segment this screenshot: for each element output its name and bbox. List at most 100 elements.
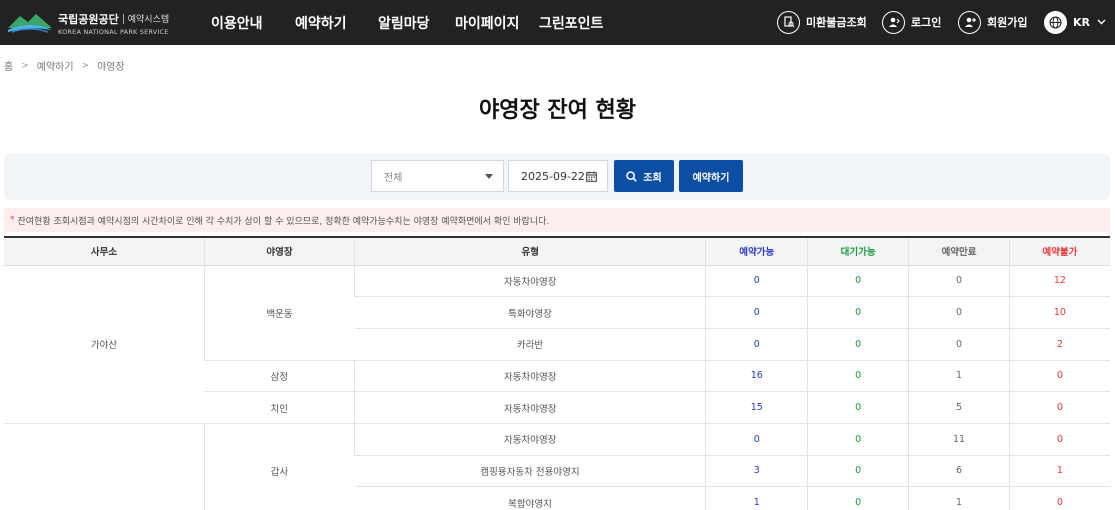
waitlist-cell: 0 [807,296,909,329]
date-input-value: 2025-09-22 [521,169,585,183]
user-login-icon [882,10,905,34]
chevron-right-icon: > [21,60,29,71]
unavailable-cell: 0 [1008,423,1110,456]
type-cell: 자동차야영장 [354,265,706,298]
login-link[interactable]: 로그인 [882,9,941,35]
waitlist-cell: 0 [807,265,909,298]
type-cell: 복합야영지 [354,486,706,510]
table-body: 가야산 백운동 자동차야영장 0 0 0 12 특화야영장 0 0 0 10 카라반 0 0 0 2 삼정 자동차야… [4,265,1110,510]
waitlist-cell: 0 [807,423,909,456]
notice-banner: * 잔여현황 조회시점과 예약시점의 시간차이로 인해 각 수치가 상이 할 수… [4,208,1110,232]
available-cell: 15 [705,391,808,424]
type-cell: 카라반 [354,328,706,361]
menu-guide[interactable]: 이용안내 [211,13,263,33]
unavailable-cell: 0 [1008,486,1110,510]
logo-sub-text: 예약시스템 [127,15,170,25]
waitlist-cell: 0 [807,455,909,488]
logo[interactable]: 국립공원공단 예약시스템 KOREA NATIONAL PARK SERVICE [6,8,169,38]
column-header-available: 예약가능 [705,236,808,266]
refund-inquiry-link[interactable]: 미환불금조회 [777,9,867,35]
document-search-icon [777,10,800,34]
table-header-row: 사무소 야영장 유형 예약가능 대기가능 예약만료 예약불가 [4,236,1110,266]
table-row: 갑사 자동차야영장 0 0 11 0 [4,423,1110,510]
menu-greenpoint[interactable]: 그린포인트 [539,13,603,33]
search-icon [626,170,638,182]
column-header-unavailable: 예약불가 [1008,236,1110,266]
available-cell: 0 [705,328,808,361]
office-select-value: 전체 [384,172,403,184]
user-add-icon [958,10,981,34]
signup-link[interactable]: 회원가입 [958,9,1027,35]
logo-english-text: KOREA NATIONAL PARK SERVICE [58,27,169,36]
menu-reservation[interactable]: 예약하기 [295,13,347,33]
breadcrumb: 홈 > 예약하기 > 야영장 [4,58,125,74]
office-select[interactable]: 전체 [371,160,504,192]
unavailable-cell: 0 [1008,391,1110,424]
available-cell: 0 [705,423,808,456]
reserve-button-label: 예약하기 [692,172,730,184]
unavailable-cell: 2 [1008,328,1110,361]
waitlist-cell: 0 [807,360,909,393]
unavailable-cell: 1 [1008,455,1110,488]
closed-cell: 1 [908,360,1010,393]
type-cell: 자동차야영장 [354,360,706,393]
available-cell: 1 [705,486,808,510]
type-cell: 자동차야영장 [354,391,706,424]
top-navigation-bar: 국립공원공단 예약시스템 KOREA NATIONAL PARK SERVICE… [0,0,1115,45]
closed-cell: 0 [908,296,1010,329]
closed-cell: 0 [908,265,1010,298]
globe-icon [1044,10,1067,34]
language-label: KR [1073,15,1090,29]
page-title: 야영장 잔여 현황 [479,98,636,123]
asterisk-icon: * [10,215,15,225]
type-cell: 캠핑용자동차 전용야영지 [354,455,706,488]
breadcrumb-campsite[interactable]: 야영장 [97,58,125,73]
available-cell: 0 [705,265,808,298]
breadcrumb-reservation[interactable]: 예약하기 [37,58,74,73]
notice-text: 잔여현황 조회시점과 예약시점의 시간차이로 인해 각 수치가 상이 할 수 있… [17,216,550,227]
unavailable-cell: 10 [1008,296,1110,329]
column-header-type: 유형 [354,236,706,266]
available-cell: 16 [705,360,808,393]
language-selector[interactable]: KR [1044,9,1106,35]
type-cell: 특화야영장 [354,296,706,329]
available-cell: 0 [705,296,808,329]
table-row: 가야산 백운동 자동차야영장 0 0 0 12 [4,265,1110,424]
search-button-label: 조회 [643,172,662,184]
menu-mypage[interactable]: 마이페이지 [455,13,519,33]
column-header-office: 사무소 [4,236,205,266]
office-cell: 가야산 [4,265,205,424]
signup-label: 회원가입 [987,16,1028,29]
login-label: 로그인 [911,16,942,29]
column-header-campsite: 야영장 [204,236,355,266]
menu-notice[interactable]: 알림마당 [378,13,430,33]
campsite-cell: 치인 [204,391,355,424]
unavailable-cell: 0 [1008,360,1110,393]
campsite-cell: 백운동 [204,265,355,361]
campsite-cell: 삼정 [204,360,355,393]
reserve-button[interactable]: 예약하기 [679,160,743,192]
campsite-cell: 갑사 [204,423,355,510]
caret-down-icon [485,174,493,179]
search-button[interactable]: 조회 [614,160,674,192]
column-header-closed: 예약만료 [908,236,1010,266]
logo-mark-icon [6,10,54,36]
office-cell [4,423,205,510]
column-header-waitlist: 대기가능 [807,236,909,266]
closed-cell: 1 [908,486,1010,510]
logo-main-text: 국립공원공단 [58,12,119,26]
closed-cell: 0 [908,328,1010,361]
waitlist-cell: 0 [807,391,909,424]
available-cell: 3 [705,455,808,488]
closed-cell: 6 [908,455,1010,488]
closed-cell: 11 [908,423,1010,456]
refund-inquiry-label: 미환불금조회 [806,16,867,29]
closed-cell: 5 [908,391,1010,424]
calendar-icon[interactable] [586,171,597,185]
type-cell: 자동차야영장 [354,423,706,456]
date-input[interactable]: 2025-09-22 [508,160,608,192]
chevron-down-icon [1097,19,1106,25]
breadcrumb-home[interactable]: 홈 [4,58,13,73]
waitlist-cell: 0 [807,328,909,361]
unavailable-cell: 12 [1008,265,1110,298]
